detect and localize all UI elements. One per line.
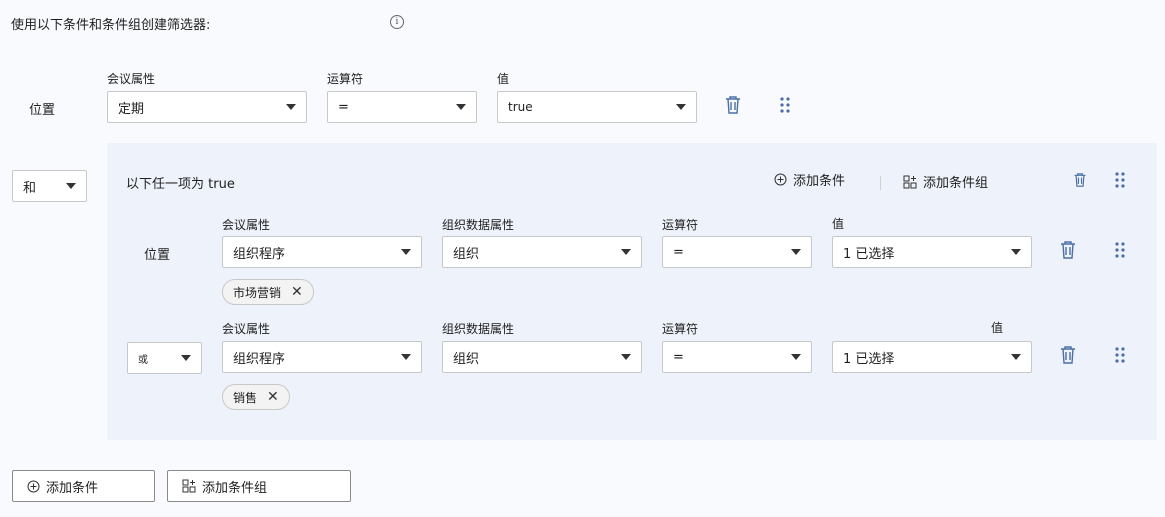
attr-label: 会议属性: [222, 218, 271, 232]
op-select-value: =: [338, 99, 349, 115]
orgattr-label: 组织数据属性: [442, 218, 515, 232]
op-select-value: =: [673, 244, 684, 260]
add-circle-icon: [774, 173, 787, 186]
drag-handle-icon[interactable]: [1114, 172, 1126, 188]
row-prefix: 位置: [144, 248, 171, 263]
attr-select[interactable]: 定期: [107, 91, 307, 123]
chevron-down-icon: [401, 249, 411, 255]
value-select-value: 1 已选择: [843, 246, 895, 262]
chevron-down-icon: [1011, 249, 1021, 255]
attr-select[interactable]: 组织程序: [222, 236, 422, 268]
attr-select-value: 组织程序: [233, 246, 286, 262]
trash-icon[interactable]: [724, 95, 742, 115]
value-label: 值: [497, 72, 510, 86]
chevron-down-icon: [286, 104, 296, 110]
add-group-icon: [903, 175, 917, 188]
chevron-down-icon: [401, 354, 411, 360]
selected-chip: 销售 ✕: [222, 384, 290, 410]
close-icon[interactable]: ✕: [291, 284, 303, 300]
chip-label: 销售: [233, 390, 258, 405]
group-add-group-label: 添加条件组: [923, 176, 989, 191]
page-heading: 使用以下条件和条件组创建筛选器:: [11, 18, 211, 33]
orgattr-label: 组织数据属性: [442, 322, 515, 336]
conjunction-value: 或: [138, 354, 148, 366]
trash-icon[interactable]: [1059, 345, 1077, 365]
group-title: 以下任一项为 true: [126, 177, 235, 192]
attr-label: 会议属性: [107, 72, 156, 86]
op-label: 运算符: [662, 322, 699, 336]
add-group-button[interactable]: 添加条件组: [167, 470, 351, 502]
chevron-down-icon: [621, 249, 631, 255]
orgattr-select-value: 组织: [453, 246, 480, 262]
close-icon[interactable]: ✕: [267, 389, 279, 405]
chevron-down-icon: [621, 354, 631, 360]
group-add-condition-button[interactable]: 添加条件: [774, 170, 845, 189]
add-group-label: 添加条件组: [202, 480, 268, 496]
divider: [880, 176, 881, 190]
group-add-group-button[interactable]: 添加条件组: [903, 172, 988, 191]
trash-icon[interactable]: [1059, 240, 1077, 260]
add-group-icon: [182, 479, 196, 493]
attr-select[interactable]: 组织程序: [222, 341, 422, 373]
op-label: 运算符: [662, 218, 699, 232]
trash-icon[interactable]: [1073, 172, 1087, 188]
add-condition-label: 添加条件: [46, 480, 99, 496]
chevron-down-icon: [181, 355, 191, 361]
group-add-condition-label: 添加条件: [793, 174, 846, 189]
chip-label: 市场营销: [233, 285, 282, 300]
add-condition-button[interactable]: 添加条件: [12, 470, 155, 502]
drag-handle-icon[interactable]: [779, 97, 791, 113]
conjunction-select[interactable]: 或: [127, 342, 202, 374]
value-select[interactable]: 1 已选择: [832, 236, 1032, 268]
drag-handle-icon[interactable]: [1114, 242, 1126, 258]
value-select-value: 1 已选择: [843, 351, 895, 367]
orgattr-select[interactable]: 组织: [442, 341, 642, 373]
op-select[interactable]: =: [327, 91, 477, 123]
attr-select-value: 定期: [118, 101, 145, 117]
orgattr-select-value: 组织: [453, 351, 480, 367]
chevron-down-icon: [456, 104, 466, 110]
info-icon[interactable]: i: [390, 15, 404, 29]
row-prefix: 位置: [29, 103, 56, 118]
chevron-down-icon: [791, 354, 801, 360]
conjunction-value: 和: [23, 180, 37, 196]
orgattr-select[interactable]: 组织: [442, 236, 642, 268]
add-circle-icon: [27, 480, 40, 492]
op-select[interactable]: =: [662, 341, 812, 373]
op-select[interactable]: =: [662, 236, 812, 268]
conjunction-select[interactable]: 和: [12, 170, 87, 202]
value-select-value: true: [508, 100, 533, 114]
op-label: 运算符: [327, 72, 364, 86]
value-label: 值: [991, 321, 1004, 335]
chevron-down-icon: [791, 249, 801, 255]
selected-chip: 市场营销 ✕: [222, 279, 314, 305]
chevron-down-icon: [676, 104, 686, 110]
value-select[interactable]: true: [497, 91, 697, 123]
value-label: 值: [832, 217, 845, 231]
attr-select-value: 组织程序: [233, 351, 286, 367]
op-select-value: =: [673, 349, 684, 365]
chevron-down-icon: [1011, 354, 1021, 360]
drag-handle-icon[interactable]: [1114, 347, 1126, 363]
attr-label: 会议属性: [222, 322, 271, 336]
value-select[interactable]: 1 已选择: [832, 341, 1032, 373]
chevron-down-icon: [66, 183, 76, 189]
